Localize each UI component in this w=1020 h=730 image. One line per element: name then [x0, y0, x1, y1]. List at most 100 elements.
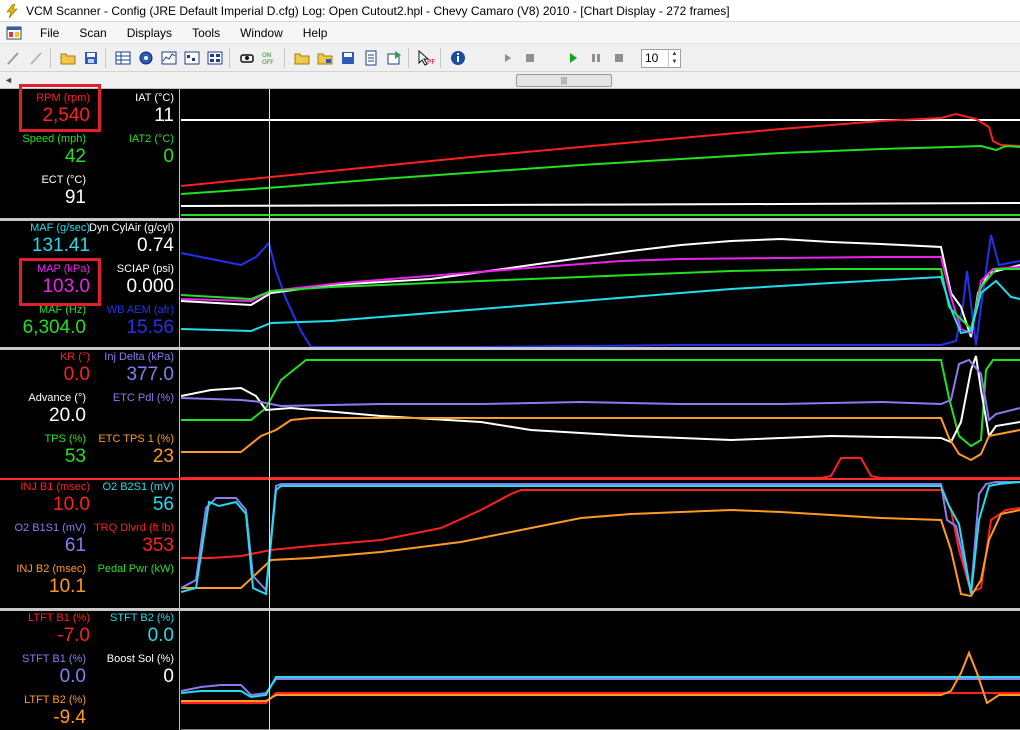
spin-down-icon[interactable]: ▼: [669, 58, 680, 67]
svg-text:OFF: OFF: [262, 59, 274, 66]
param-inj-delta[interactable]: Inj Delta (kPa) 377.0: [86, 351, 174, 386]
param-value: 42: [64, 146, 86, 167]
trace-maf-gsec: [181, 275, 1020, 335]
param-value: 0.0: [63, 364, 90, 385]
param-boost-sol[interactable]: Boost Sol (%) 0: [86, 653, 174, 688]
param-value: 10.1: [49, 576, 86, 597]
open-log-icon[interactable]: [292, 48, 312, 68]
param-maf-gsec[interactable]: MAF (g/sec) 131.41: [2, 222, 90, 257]
param-etc-pdl[interactable]: ETC Pdl (%): [86, 392, 174, 405]
chart-cursor-line[interactable]: [269, 89, 270, 730]
toolbar-separator: [408, 48, 409, 68]
scroll-thumb[interactable]: |||: [516, 74, 612, 87]
param-value: 20.0: [49, 405, 86, 426]
param-label: LTFT B1 (%): [28, 612, 90, 624]
cursor-config-icon[interactable]: PF: [416, 48, 436, 68]
param-dyn-cylair[interactable]: Dyn CylAir (g/cyl) 0.74: [86, 222, 174, 257]
stop-icon[interactable]: [520, 48, 540, 68]
param-inj-b1[interactable]: INJ B1 (msec) 10.0: [2, 481, 90, 516]
svg-text:ON: ON: [262, 52, 271, 59]
chart-panel-3: KR (°) 0.0 Inj Delta (kPa) 377.0 Advance…: [0, 350, 1020, 478]
menu-displays[interactable]: Displays: [117, 24, 182, 42]
param-label: Pedal Pwr (kW): [97, 563, 174, 575]
param-value: 15.56: [126, 317, 174, 338]
param-label: O2 B2S1 (mV): [102, 481, 174, 493]
document-icon[interactable]: [361, 48, 381, 68]
param-advance[interactable]: Advance (°) 20.0: [0, 392, 86, 427]
graph-panel-2: [181, 221, 1020, 347]
open-config-icon[interactable]: [315, 48, 335, 68]
spin-up-icon[interactable]: ▲: [669, 50, 680, 59]
param-ltft-b1[interactable]: LTFT B1 (%) -7.0: [2, 612, 90, 647]
param-tps[interactable]: TPS (%) 53: [0, 433, 86, 468]
param-trq-dlvrd[interactable]: TRQ Dlvrd (ft lb) 353: [86, 522, 174, 557]
play-icon[interactable]: [563, 48, 583, 68]
pencil-disabled-icon[interactable]: [26, 48, 46, 68]
param-o2-b1s1[interactable]: O2 B1S1 (mV) 61: [0, 522, 86, 557]
chart-panel-4: INJ B1 (msec) 10.0 O2 B2S1 (mV) 56 O2 B1…: [0, 480, 1020, 608]
connect-icon[interactable]: [237, 48, 257, 68]
histogram-view-icon[interactable]: [182, 48, 202, 68]
param-value: 56: [152, 494, 174, 515]
window-menu-icon[interactable]: [6, 25, 22, 41]
param-label: Boost Sol (%): [106, 653, 174, 665]
menu-file[interactable]: File: [30, 24, 69, 42]
param-value: -7.0: [57, 625, 90, 646]
chart-panel-1: RPM (rpm) 2,540 IAT (°C) 11 Speed (mph) …: [0, 84, 1020, 218]
param-o2-b2s1[interactable]: O2 B2S1 (mV) 56: [86, 481, 174, 516]
param-label: Dyn CylAir (g/cyl): [89, 222, 174, 234]
param-maf-hz[interactable]: MAF (Hz) 6,304.0: [0, 304, 86, 339]
param-label: LTFT B2 (%): [24, 694, 86, 706]
param-label: Speed (mph): [22, 133, 86, 145]
param-stft-b2[interactable]: STFT B2 (%) 0.0: [86, 612, 174, 647]
frame-step-value[interactable]: 10: [642, 51, 668, 65]
param-speed[interactable]: Speed (mph) 42: [0, 133, 86, 168]
trace-speed: [181, 144, 1020, 195]
param-etc-tps1[interactable]: ETC TPS 1 (%) 23: [86, 433, 174, 468]
save-log-icon[interactable]: [338, 48, 358, 68]
export-icon[interactable]: [384, 48, 404, 68]
info-icon[interactable]: [448, 48, 468, 68]
gauge-view-icon[interactable]: [136, 48, 156, 68]
toolbar: ON OFF PF 10 ▲ ▼: [0, 45, 1020, 72]
trace-inj-b2: [181, 508, 1020, 598]
menu-help[interactable]: Help: [293, 24, 338, 42]
param-ltft-b2[interactable]: LTFT B2 (%) -9.4: [0, 694, 86, 729]
trace-ect: [181, 202, 1020, 207]
param-label: O2 B1S1 (mV): [14, 522, 86, 534]
pause-icon[interactable]: [586, 48, 606, 68]
menu-tools[interactable]: Tools: [182, 24, 230, 42]
stop-playback-icon[interactable]: [609, 48, 629, 68]
menu-scan[interactable]: Scan: [69, 24, 116, 42]
param-pedal-pwr[interactable]: Pedal Pwr (kW): [86, 563, 174, 576]
param-value: 91: [64, 187, 86, 208]
frame-step-spinner[interactable]: 10 ▲ ▼: [641, 48, 681, 68]
save-icon[interactable]: [81, 48, 101, 68]
toolbar-separator: [229, 48, 230, 68]
param-iat2[interactable]: IAT2 (°C) 0: [86, 133, 174, 168]
param-label: INJ B1 (msec): [20, 481, 90, 493]
pencil-icon[interactable]: [3, 48, 23, 68]
param-kr[interactable]: KR (°) 0.0: [2, 351, 90, 386]
param-value: 377.0: [126, 364, 174, 385]
menu-window[interactable]: Window: [230, 24, 293, 42]
param-inj-b2[interactable]: INJ B2 (msec) 10.1: [0, 563, 86, 598]
chart-scrollbar[interactable]: ◄ |||: [0, 73, 1020, 89]
param-label: ECT (°C): [41, 174, 86, 186]
highlight-box-rpm: [19, 84, 101, 132]
param-wb-aem[interactable]: WB AEM (afr) 15.56: [86, 304, 174, 339]
param-label: Inj Delta (kPa): [104, 351, 174, 363]
dashboard-view-icon[interactable]: [205, 48, 225, 68]
step-back-icon[interactable]: [497, 48, 517, 68]
svg-text:PF: PF: [427, 58, 435, 66]
param-ect[interactable]: ECT (°C) 91: [0, 174, 86, 209]
open-folder-icon[interactable]: [58, 48, 78, 68]
param-label: INJ B2 (msec): [16, 563, 86, 575]
param-stft-b1[interactable]: STFT B1 (%) 0.0: [0, 653, 86, 688]
lightning-icon: [4, 3, 20, 19]
chart-view-icon[interactable]: [159, 48, 179, 68]
param-value: -9.4: [53, 707, 86, 728]
obd-icon[interactable]: ON OFF: [260, 48, 280, 68]
scroll-left-icon[interactable]: ◄: [4, 75, 13, 85]
table-view-icon[interactable]: [113, 48, 133, 68]
